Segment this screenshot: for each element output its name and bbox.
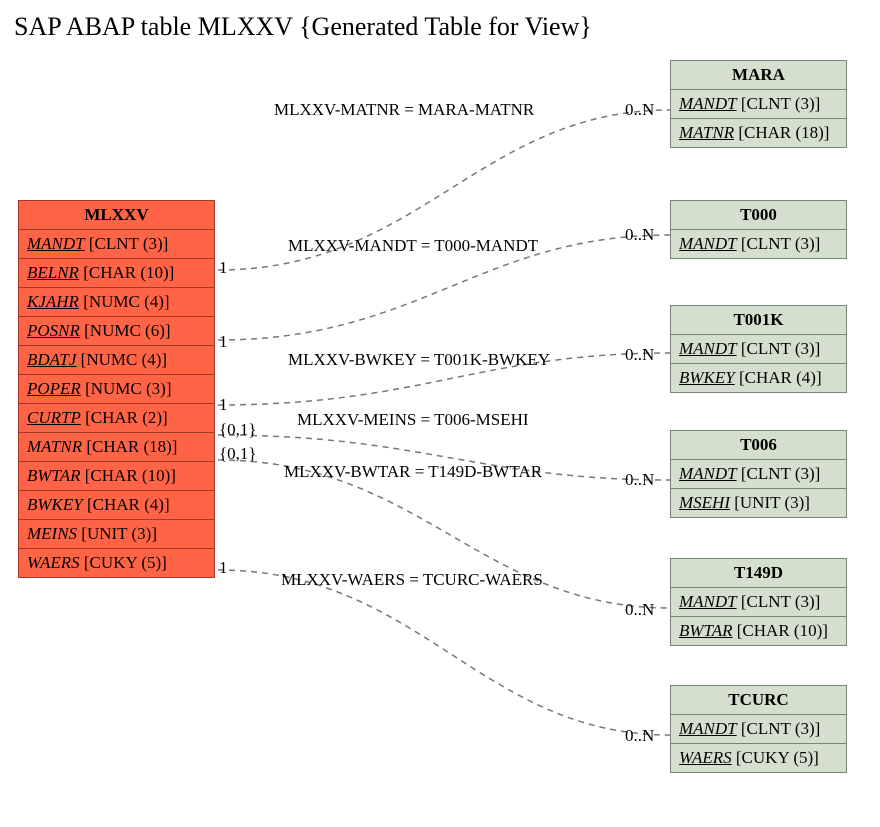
table-header: MARA	[671, 61, 846, 90]
cardinality-right: 0..N	[625, 100, 654, 120]
relation-label: MLXXV-BWTAR = T149D-BWTAR	[284, 462, 542, 482]
table-field: BWTAR [CHAR (10)]	[671, 617, 846, 645]
cardinality-left: {0,1}	[219, 420, 257, 440]
table-field: MANDT [CLNT (3)]	[671, 90, 846, 119]
table-field: MATNR [CHAR (18)]	[671, 119, 846, 147]
page-title: SAP ABAP table MLXXV {Generated Table fo…	[14, 12, 592, 42]
relation-label: MLXXV-BWKEY = T001K-BWKEY	[288, 350, 550, 370]
cardinality-right: 0..N	[625, 345, 654, 365]
relation-label: MLXXV-MEINS = T006-MSEHI	[297, 410, 529, 430]
cardinality-left: 1	[219, 258, 228, 278]
cardinality-left: {0,1}	[219, 444, 257, 464]
relation-label: MLXXV-WAERS = TCURC-WAERS	[281, 570, 543, 590]
table-field: MATNR [CHAR (18)]	[19, 433, 214, 462]
table-field: BELNR [CHAR (10)]	[19, 259, 214, 288]
table-field: BWTAR [CHAR (10)]	[19, 462, 214, 491]
table-t001k: T001KMANDT [CLNT (3)]BWKEY [CHAR (4)]	[670, 305, 847, 393]
cardinality-right: 0..N	[625, 600, 654, 620]
cardinality-left: 1	[219, 558, 228, 578]
table-field: POPER [NUMC (3)]	[19, 375, 214, 404]
table-header: T000	[671, 201, 846, 230]
table-field: MANDT [CLNT (3)]	[671, 230, 846, 258]
cardinality-right: 0..N	[625, 726, 654, 746]
table-field: MANDT [CLNT (3)]	[671, 588, 846, 617]
cardinality-right: 0..N	[625, 470, 654, 490]
table-field: BWKEY [CHAR (4)]	[19, 491, 214, 520]
table-header: MLXXV	[19, 201, 214, 230]
table-t000: T000MANDT [CLNT (3)]	[670, 200, 847, 259]
table-field: MEINS [UNIT (3)]	[19, 520, 214, 549]
table-field: BDATJ [NUMC (4)]	[19, 346, 214, 375]
table-field: MANDT [CLNT (3)]	[671, 460, 846, 489]
table-tcurc: TCURCMANDT [CLNT (3)]WAERS [CUKY (5)]	[670, 685, 847, 773]
table-field: POSNR [NUMC (6)]	[19, 317, 214, 346]
table-field: MANDT [CLNT (3)]	[671, 335, 846, 364]
table-mara: MARAMANDT [CLNT (3)]MATNR [CHAR (18)]	[670, 60, 847, 148]
table-field: MSEHI [UNIT (3)]	[671, 489, 846, 517]
table-field: WAERS [CUKY (5)]	[19, 549, 214, 577]
table-header: TCURC	[671, 686, 846, 715]
table-field: MANDT [CLNT (3)]	[671, 715, 846, 744]
table-header: T149D	[671, 559, 846, 588]
table-field: CURTP [CHAR (2)]	[19, 404, 214, 433]
relation-label: MLXXV-MATNR = MARA-MATNR	[274, 100, 534, 120]
cardinality-right: 0..N	[625, 225, 654, 245]
relation-label: MLXXV-MANDT = T000-MANDT	[288, 236, 538, 256]
table-field: BWKEY [CHAR (4)]	[671, 364, 846, 392]
cardinality-left: 1	[219, 332, 228, 352]
table-field: MANDT [CLNT (3)]	[19, 230, 214, 259]
table-t006: T006MANDT [CLNT (3)]MSEHI [UNIT (3)]	[670, 430, 847, 518]
table-field: WAERS [CUKY (5)]	[671, 744, 846, 772]
table-field: KJAHR [NUMC (4)]	[19, 288, 214, 317]
table-header: T001K	[671, 306, 846, 335]
table-mlxxv: MLXXV MANDT [CLNT (3)]BELNR [CHAR (10)]K…	[18, 200, 215, 578]
table-t149d: T149DMANDT [CLNT (3)]BWTAR [CHAR (10)]	[670, 558, 847, 646]
table-header: T006	[671, 431, 846, 460]
cardinality-left: 1	[219, 395, 228, 415]
